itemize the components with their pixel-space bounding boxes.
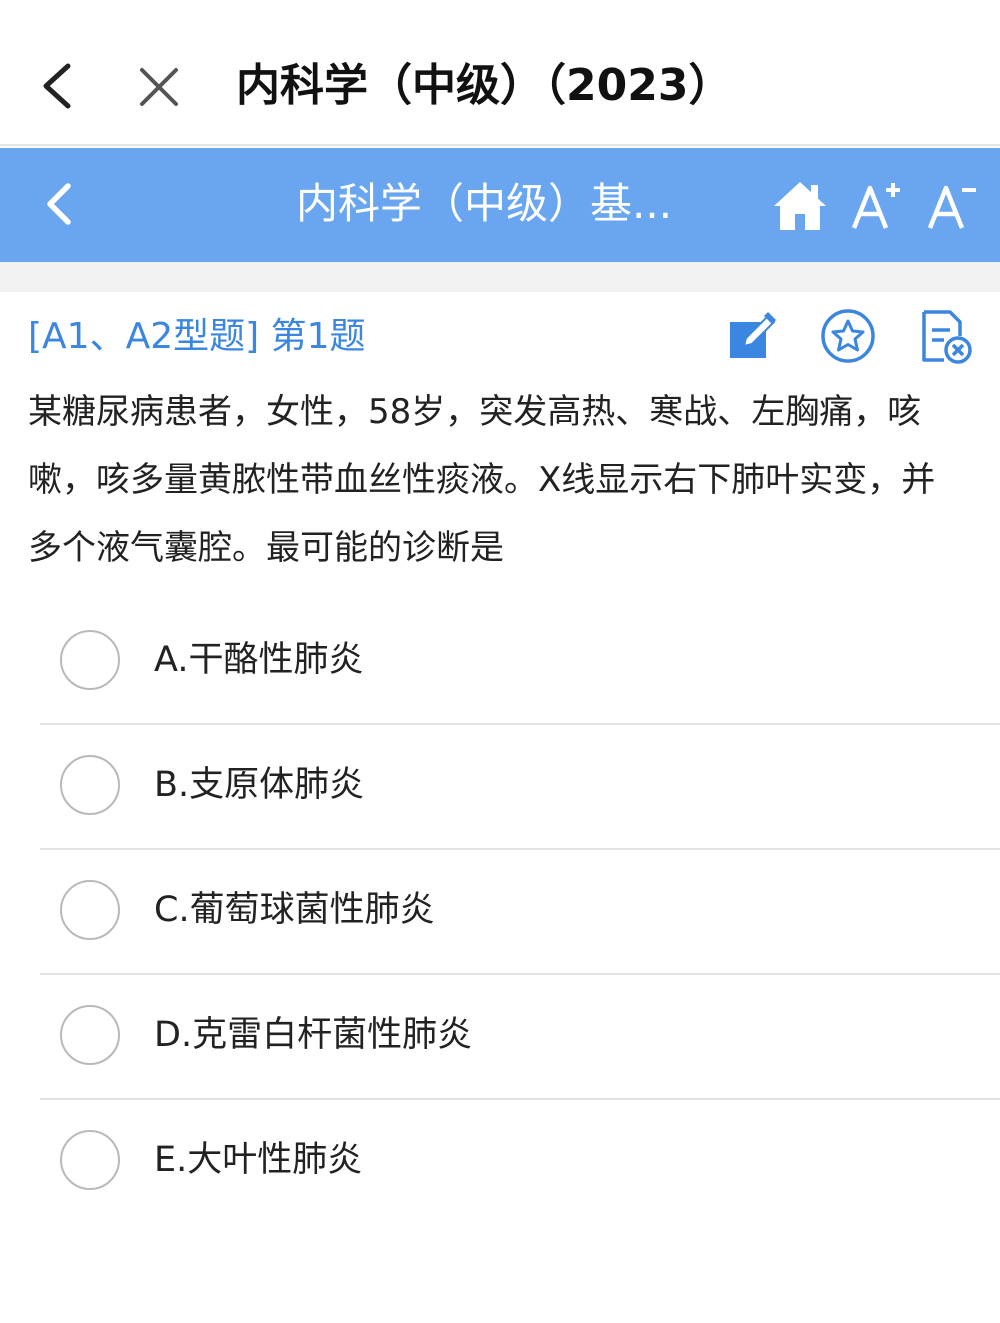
toolbar-title: 内科学（中级）基... (296, 179, 673, 228)
question-stem: 某糖尿病患者，女性，58岁，突发高热、寒战、左胸痛，咳嗽，咳多量黄脓性带血丝性痰… (28, 392, 936, 568)
radio-button[interactable] (60, 1005, 120, 1065)
question-panel: [A1、A2型题] 第1题 某糖尿病患者，女性，58岁，突发高热、寒战、左胸痛，… (0, 292, 1000, 1323)
option-d[interactable]: D.克雷白杆菌性肺炎 (40, 975, 1000, 1100)
radio-button[interactable] (60, 630, 120, 690)
remove-question-button[interactable] (914, 306, 974, 366)
page-title: 内科学（中级）（2023） (236, 60, 733, 111)
option-c[interactable]: C.葡萄球菌性肺炎 (40, 850, 1000, 975)
exam-toolbar: 内科学（中级）基... (0, 148, 1000, 262)
font-increase-button[interactable] (848, 176, 904, 236)
separator (0, 262, 1000, 292)
font-decrease-button[interactable] (924, 176, 980, 236)
favorite-star-icon (821, 309, 875, 363)
radio-button[interactable] (60, 755, 120, 815)
option-e[interactable]: E.大叶性肺炎 (40, 1100, 1000, 1225)
home-button[interactable] (770, 176, 830, 236)
radio-button[interactable] (60, 880, 120, 940)
question-type-header: [A1、A2型题] 第1题 (28, 316, 366, 357)
answer-options: A.干酪性肺炎 B.支原体肺炎 C.葡萄球菌性肺炎 D.克雷白杆菌性肺炎 E.大… (0, 600, 1000, 1225)
option-label: C.葡萄球菌性肺炎 (154, 890, 435, 930)
font-decrease-icon (927, 185, 976, 229)
close-button[interactable] (130, 58, 188, 116)
radio-button[interactable] (60, 1130, 120, 1190)
chevron-left-icon (43, 63, 71, 109)
back-button[interactable] (32, 54, 88, 118)
option-b[interactable]: B.支原体肺炎 (40, 725, 1000, 850)
option-label: D.克雷白杆菌性肺炎 (154, 1015, 473, 1055)
toolbar-back-button[interactable] (36, 176, 86, 232)
home-icon (774, 182, 826, 230)
font-increase-icon (851, 183, 900, 229)
top-nav-bar: 内科学（中级）（2023） (0, 0, 1000, 146)
option-label: A.干酪性肺炎 (154, 640, 364, 680)
remove-question-icon (922, 310, 972, 364)
option-label: B.支原体肺炎 (154, 765, 365, 805)
favorite-button[interactable] (818, 306, 878, 366)
option-label: E.大叶性肺炎 (154, 1140, 363, 1180)
chevron-left-icon (47, 183, 71, 225)
close-icon (140, 68, 178, 106)
edit-icon (730, 312, 776, 358)
option-a[interactable]: A.干酪性肺炎 (40, 600, 1000, 725)
edit-note-button[interactable] (722, 306, 782, 366)
